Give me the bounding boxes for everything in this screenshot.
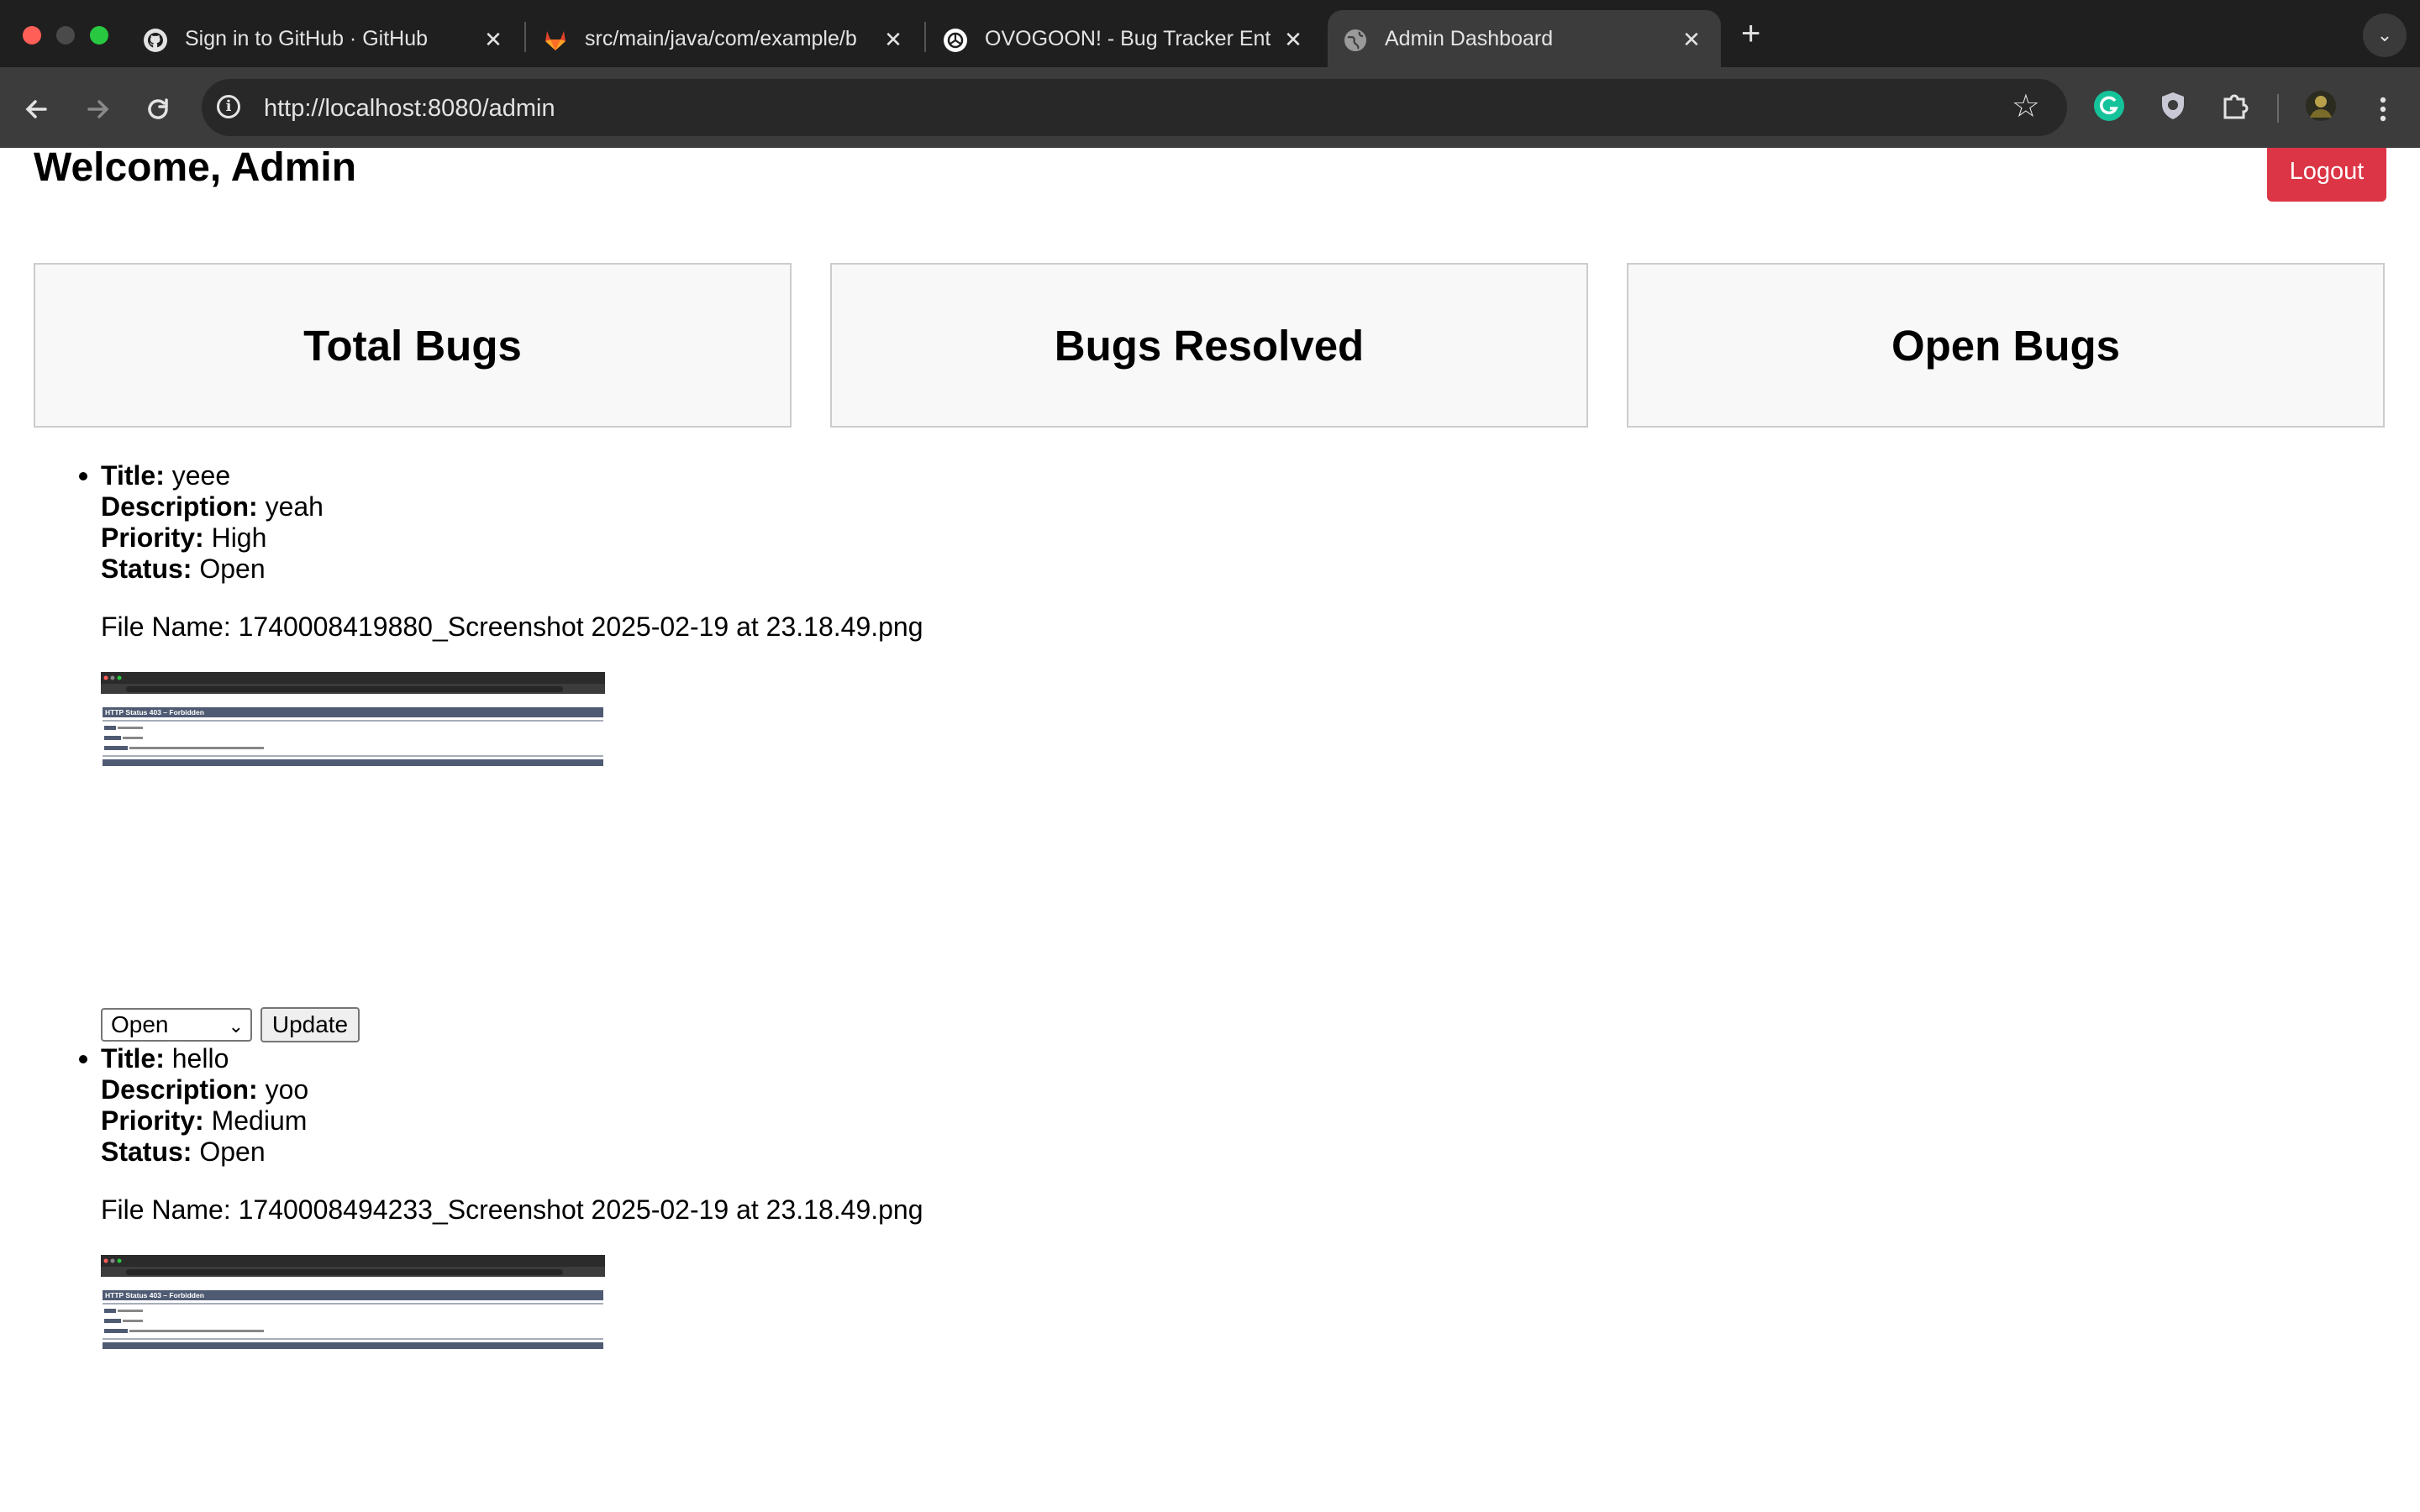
bug-priority: Medium [211,1105,308,1136]
file-name: 1740008494233_Screenshot 2025-02-19 at 2… [238,1194,923,1225]
card-title: Bugs Resolved [1054,321,1365,370]
window-minimize-button[interactable] [56,26,75,45]
field-label: Priority: [101,522,204,553]
gitlab-icon [545,31,566,50]
arrow-left-icon [25,100,47,118]
new-tab-button[interactable]: + [1741,17,1760,50]
globe-icon [1344,29,1366,51]
total-bugs-card: Total Bugs [34,263,792,428]
bug-priority-line: Priority: Medium [101,1105,1109,1137]
tab-title: OVOGOON! - Bug Tracker Ent [985,26,1270,50]
field-label: File Name: [101,1194,231,1225]
field-label: Description: [101,491,258,522]
url-text[interactable]: http://localhost:8080/admin [264,95,555,123]
close-icon[interactable]: ✕ [882,29,904,50]
forward-button[interactable] [81,92,114,126]
reload-icon [148,98,168,119]
site-info-icon[interactable]: i [217,95,240,118]
file-name-line: File Name: 1740008494233_Screenshot 2025… [101,1194,923,1226]
thumbnail-heading: HTTP Status 403 – Forbidden [105,1291,204,1299]
tab-strip: Sign in to GitHub · GitHub ✕ src/main/ja… [0,0,2420,67]
field-label: Description: [101,1074,258,1105]
bug-title-line: Title: yeee [101,460,1109,491]
chevron-down-icon[interactable]: ⌄ [2363,13,2407,57]
field-label: Priority: [101,1105,204,1136]
shield-icon[interactable] [2156,89,2190,123]
browser-toolbar: i http://localhost:8080/admin ☆ [0,67,2420,148]
profile-avatar[interactable] [2304,89,2338,123]
tab-title: Sign in to GitHub · GitHub [185,26,429,50]
bookmark-star-icon[interactable]: ☆ [2012,91,2040,123]
card-title: Open Bugs [1891,321,2120,370]
tab-gitlab-source[interactable]: src/main/java/com/example/b ✕ [529,10,916,67]
chevron-down-icon: ⌄ [228,1016,244,1037]
tab-divider [924,22,926,52]
window-zoom-button[interactable] [90,26,108,45]
github-icon [144,29,167,52]
bug-description-line: Description: yeah [101,491,1109,522]
arrow-right-icon [87,100,109,118]
kebab-menu-icon [2380,97,2386,122]
field-label: Status: [101,554,192,584]
reload-button[interactable] [141,92,175,126]
close-icon[interactable]: ✕ [1681,29,1702,50]
list-bullet [79,472,87,480]
tab-admin-dashboard[interactable]: Admin Dashboard ✕ [1328,10,1721,67]
bug-description: yeah [265,491,324,522]
bug-status: Open [199,554,266,584]
close-icon[interactable]: ✕ [1282,29,1304,50]
toolbar-divider [2277,94,2279,123]
tab-title: src/main/java/com/example/b [585,26,857,50]
bug-title: yeee [171,460,231,491]
tab-title: Admin Dashboard [1385,26,1554,50]
chatgpt-icon [944,29,967,52]
field-label: Title: [101,460,165,491]
window-close-button[interactable] [23,26,41,45]
bug-title: hello [171,1043,229,1074]
address-bar[interactable]: i http://localhost:8080/admin ☆ [202,79,2067,136]
file-name: 1740008419880_Screenshot 2025-02-19 at 2… [238,612,923,642]
more-vert-icon[interactable] [2366,92,2400,126]
extensions-puzzle-icon[interactable] [2218,89,2252,123]
grammarly-icon[interactable] [2092,89,2126,123]
bug-description-line: Description: yoo [101,1074,1109,1105]
bug-description: yoo [265,1074,309,1105]
back-button[interactable] [20,92,54,126]
status-select[interactable]: Open ⌄ [101,1008,252,1042]
tab-ovogoon-chat[interactable]: OVOGOON! - Bug Tracker Ent ✕ [929,10,1316,67]
tab-divider [524,22,526,52]
field-label: File Name: [101,612,231,642]
bug-status: Open [199,1137,266,1167]
card-title: Total Bugs [303,321,522,370]
bug-status-line: Status: Open [101,554,1109,585]
bug-priority: High [211,522,267,553]
admin-dashboard-page: Welcome, Admin Logout Total Bugs Bugs Re… [0,148,2420,1512]
attachment-thumbnail[interactable]: HTTP Status 403 – Forbidden [101,1255,605,1349]
list-bullet [79,1055,87,1063]
field-label: Status: [101,1137,192,1167]
attachment-thumbnail[interactable]: HTTP Status 403 – Forbidden [101,672,605,766]
bug-priority-line: Priority: High [101,522,1109,554]
thumbnail-heading: HTTP Status 403 – Forbidden [105,708,204,717]
file-name-line: File Name: 1740008419880_Screenshot 2025… [101,612,923,643]
open-bugs-card: Open Bugs [1627,263,2385,428]
list-item: Title: hello Description: yoo Priority: … [79,1043,1109,1512]
tab-github-signin[interactable]: Sign in to GitHub · GitHub ✕ [134,10,521,67]
bugs-resolved-card: Bugs Resolved [830,263,1588,428]
bug-status-line: Status: Open [101,1137,1109,1168]
status-select-value: Open [111,1011,169,1037]
list-item: Title: yeee Description: yeah Priority: … [79,460,1109,1048]
logout-button[interactable]: Logout [2267,148,2386,202]
field-label: Title: [101,1043,165,1074]
page-title: Welcome, Admin [34,148,357,190]
bug-title-line: Title: hello [101,1043,1109,1074]
close-icon[interactable]: ✕ [482,29,504,50]
update-button[interactable]: Update [260,1007,360,1042]
